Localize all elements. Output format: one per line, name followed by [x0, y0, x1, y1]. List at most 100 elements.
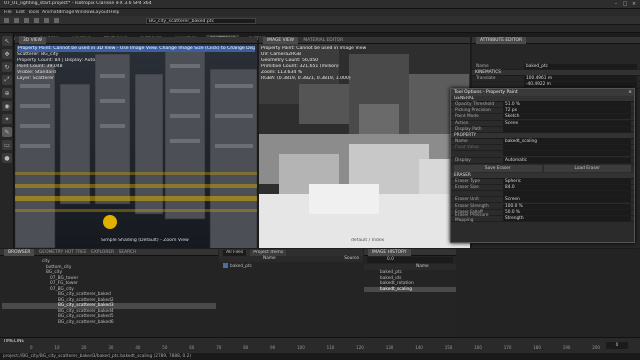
tool-row-value[interactable]: Screen [503, 197, 631, 203]
tab-image-history[interactable]: IMAGE HISTORY [368, 249, 411, 256]
view3d-header: 3D VIEW [15, 37, 257, 44]
workspace-tabs: ADVANCED SHADERS LIGHTING TEXTURING PART… [0, 25, 640, 42]
rotate-icon[interactable]: ↻ [2, 62, 12, 72]
tool-row-value[interactable] [503, 151, 631, 157]
attr-row-label: Translate [476, 76, 496, 82]
tab-browser[interactable]: BROWSER [4, 249, 35, 256]
save-eraser-button[interactable]: Save Eraser [454, 164, 542, 172]
tool-row-value[interactable]: Automatic [503, 157, 631, 163]
tool-row-value[interactable]: Scene [503, 120, 631, 126]
tool-options-titlebar[interactable]: Tool Options - Property Paint × [451, 89, 634, 96]
timeline-tick: 60 [189, 345, 195, 350]
timeline-tick: 30 [108, 345, 114, 350]
project-items-button[interactable]: Project Items [250, 249, 287, 256]
tool-row-value[interactable]: 84.0 [503, 184, 631, 190]
tree-item[interactable]: BG_city_scatterer_baked6 [2, 320, 216, 326]
paint-icon[interactable]: ✎ [2, 127, 12, 137]
browser-panel: BROWSER GEOMETRY HOT TREE EXPLORER SEARC… [0, 249, 218, 337]
load-eraser-button[interactable]: Load Eraser [543, 164, 631, 172]
tool-row-value[interactable]: 51.0 % [503, 102, 631, 108]
view3d-info: Property Point: Cannot be used in 3D Vie… [17, 46, 255, 82]
tab-geometry-hot-tree[interactable]: GEOMETRY HOT TREE [36, 250, 87, 255]
project-items-panel: All Files Project Items Name Source bake… [219, 249, 363, 337]
status-bar: project://BG_city/BG_city_scatterer_bake… [0, 353, 640, 360]
tab-search[interactable]: SEARCH [116, 250, 137, 255]
menu-file[interactable]: File [4, 10, 12, 16]
tool-row-label: Eraser Size [455, 184, 479, 190]
menu-image[interactable]: Image [60, 10, 74, 16]
history-item-selected[interactable]: bakedt_scaling [364, 286, 456, 292]
imgview-info-line: RGBA: (0.3819, 0.3821, 0.3819, 1.000) [261, 76, 351, 81]
project-items-toolbar: All Files Project Items [219, 249, 363, 256]
new-icon[interactable] [4, 18, 9, 23]
tab-explorer[interactable]: EXPLORER [88, 250, 114, 255]
maximize-icon[interactable]: □ [621, 1, 629, 7]
select-icon[interactable]: ↖ [2, 36, 12, 46]
move-icon[interactable]: ✥ [2, 49, 12, 59]
tool-row-value[interactable] [503, 126, 631, 132]
tool-row-value[interactable] [503, 145, 631, 151]
tool-row-value[interactable]: 50.0 % [503, 209, 631, 215]
tool-options-close-icon[interactable]: × [628, 89, 632, 96]
status-text: project://BG_city/BG_city_scatterer_bake… [3, 354, 192, 359]
menu-tools[interactable]: Tools [28, 10, 39, 16]
tool-row-value[interactable]: bakedt_scaling [503, 139, 631, 145]
menu-layout[interactable]: Layout [93, 10, 109, 16]
view3d-tab[interactable]: 3D VIEW [19, 37, 46, 44]
render-icon[interactable] [54, 18, 59, 23]
tab-image-view[interactable]: IMAGE VIEW [263, 37, 298, 44]
context-selector[interactable]: BG_city_scatterer_baked.ptc [146, 17, 256, 24]
tool-row: Eraser Pressure Mapping Strength [451, 213, 634, 223]
tool-row-value[interactable] [503, 191, 631, 197]
tab-attribute-editor[interactable]: ATTRIBUTE EDITOR [476, 37, 527, 44]
file-filter-dropdown[interactable]: All Files [223, 249, 247, 256]
save-icon[interactable] [24, 18, 29, 23]
tool-row-value[interactable]: 72 px [503, 108, 631, 114]
timeline-tick: 10 [54, 345, 60, 350]
tool-row-label: Display Path [455, 126, 482, 132]
timeline-ticks: 0 10 20 30 40 50 60 70 80 90 100 110 120… [30, 345, 600, 353]
col-source[interactable]: Source [315, 256, 363, 262]
close-icon[interactable]: × [630, 1, 638, 7]
eraser-icon[interactable]: ▭ [2, 140, 12, 150]
attr-name-field[interactable]: baked_ptc [524, 64, 637, 70]
picker-icon[interactable]: ● [2, 153, 12, 163]
timeline-label: TIMELINE [3, 339, 25, 344]
undo-icon[interactable] [34, 18, 39, 23]
menu-window[interactable]: Window [75, 10, 93, 16]
redo-icon[interactable] [44, 18, 49, 23]
title-bar: 07_01_lighting_start.project* - Isotropi… [0, 0, 640, 9]
timeline[interactable]: TIMELINE 0 10 20 30 40 50 60 70 80 90 10… [0, 337, 640, 353]
imgview-footer: default / Index [351, 238, 385, 243]
open-icon[interactable] [14, 18, 19, 23]
image-history-header: IMAGE HISTORY [364, 249, 456, 256]
image-history-value[interactable]: 0.0 [367, 257, 453, 263]
light-icon[interactable]: ✦ [2, 114, 12, 124]
tool-row-label: Paint Mode [455, 114, 479, 120]
view3d-info-line: Layer: Scatterer [17, 76, 54, 81]
tool-row-value[interactable]: 100.0 % [503, 203, 631, 209]
col-name[interactable]: Name [219, 256, 315, 262]
tool-row-value[interactable]: Strength [503, 215, 631, 221]
tool-row-label: Opacity Threshold [455, 102, 495, 108]
view-3d[interactable]: Property Point: Cannot be used in 3D Vie… [15, 44, 257, 248]
menu-animate[interactable]: Animate [42, 10, 61, 16]
project-item[interactable]: baked_ptc [219, 263, 363, 269]
minimize-icon[interactable]: – [612, 1, 620, 7]
attr-row-value[interactable]: -40.4922 m [524, 82, 637, 88]
tool-row-value[interactable]: Sketch [503, 114, 631, 120]
tool-row-value[interactable]: Spheric [503, 178, 631, 184]
timeline-tick: 0 [30, 345, 33, 350]
frame-field[interactable]: 0 [606, 342, 628, 349]
tool-row-label: Name [455, 139, 468, 145]
image-view[interactable]: Property Paint: Cannot be used in Image … [259, 44, 470, 248]
menu-edit[interactable]: Edit [16, 10, 25, 16]
attr-row-value[interactable]: 100.4961 m [524, 76, 637, 82]
scale-icon[interactable]: ⤢ [2, 75, 12, 85]
camera-icon[interactable]: ◉ [2, 101, 12, 111]
menu-help[interactable]: Help [109, 10, 119, 16]
tool-row-label: Float Value [455, 145, 479, 151]
view3d-footer: Simple Shading (Default) - Zoom View [101, 238, 189, 243]
tab-material-editor[interactable]: MATERIAL EDITOR [299, 38, 343, 43]
snap-icon[interactable]: ⊕ [2, 88, 12, 98]
